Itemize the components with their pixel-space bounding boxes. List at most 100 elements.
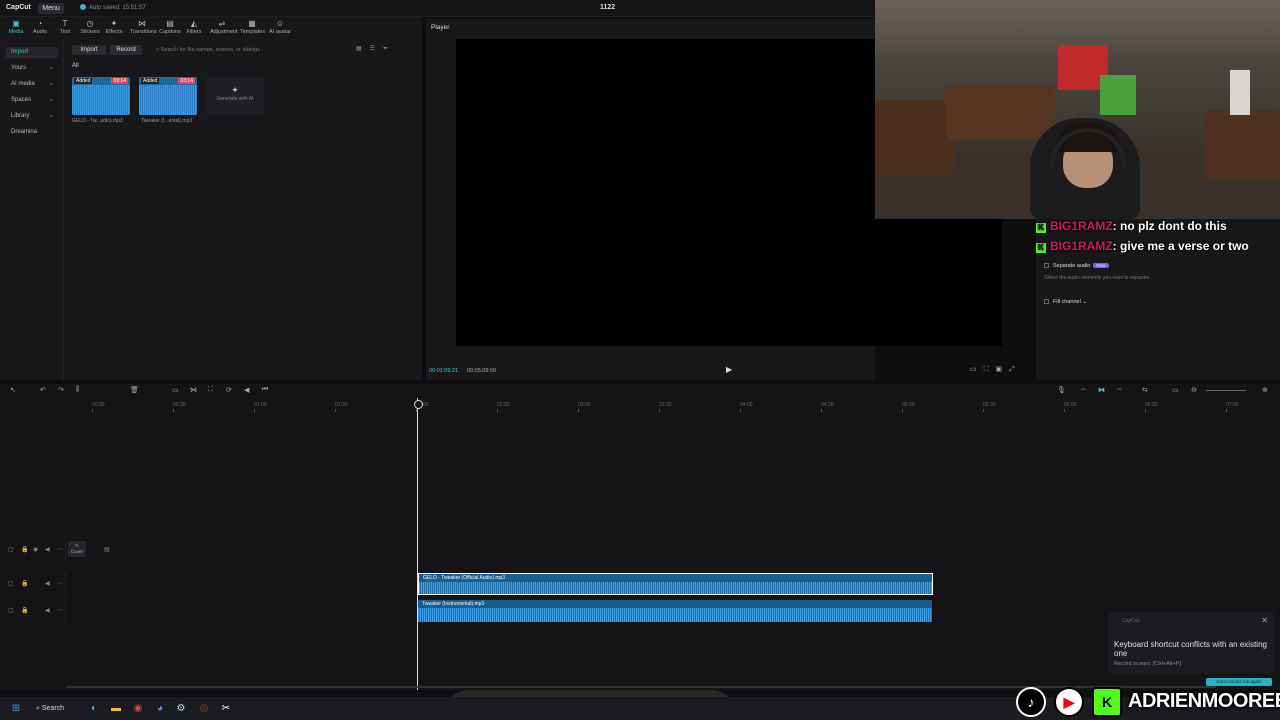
link-icon[interactable]: ⇔ xyxy=(1080,386,1087,393)
mute-icon[interactable]: ◀ xyxy=(45,580,50,587)
aspect-ratio-icon[interactable]: ▭ xyxy=(970,366,984,373)
lock-icon[interactable]: 🔒 xyxy=(21,580,28,587)
ruler-tick: 04:30 xyxy=(821,402,834,412)
current-timecode: 00:01:59:21 xyxy=(429,368,459,374)
media-item[interactable]: Added 03:14 xyxy=(72,77,130,115)
playhead[interactable] xyxy=(414,398,423,690)
sidebar-item-spaces[interactable]: Spaces ⌄ xyxy=(6,95,58,106)
filter-icon[interactable]: ⏷ xyxy=(383,46,396,52)
crop-tool-icon[interactable]: ⛶ xyxy=(208,386,213,394)
redo-icon[interactable]: ↷ xyxy=(58,386,64,394)
audio-clip[interactable]: Tweaker (Instrumental).mp3 xyxy=(418,600,932,622)
discord-icon[interactable]: ◕ xyxy=(153,702,167,716)
mute-icon[interactable]: ◀ xyxy=(45,607,50,614)
zoom-out-icon[interactable]: ⊖ xyxy=(1191,386,1197,394)
tab-filters[interactable]: ◭ Filters xyxy=(182,19,206,39)
tab-audio[interactable]: ◔ Audio xyxy=(28,19,52,39)
tab-all[interactable]: All xyxy=(72,63,79,69)
select-tool-icon[interactable]: ↖ xyxy=(10,386,16,394)
chain-icon[interactable]: ⇆ xyxy=(1142,386,1148,394)
ruler-tick: 05:00 xyxy=(902,402,915,412)
import-button[interactable]: Import xyxy=(72,45,106,55)
chat-message: K BIG1RAMZ: give me a verse or two xyxy=(1036,236,1249,256)
obs-icon[interactable]: ◎ xyxy=(197,702,211,716)
track-checkbox-icon[interactable]: ▢ xyxy=(8,580,14,587)
media-search-input[interactable]: ⌕ Search for file names, scenes, or dial… xyxy=(148,45,346,55)
chevron-down-icon: ⌄ xyxy=(48,81,54,87)
play-button[interactable]: ▶ xyxy=(726,365,732,374)
split-icon[interactable]: ⫼ xyxy=(76,386,79,394)
more-icon[interactable]: ⋯ xyxy=(57,546,63,553)
eye-icon[interactable]: ◉ xyxy=(33,546,38,553)
zoom-slider[interactable] xyxy=(1206,390,1246,391)
taskbar-search[interactable]: ⌕ Search xyxy=(32,701,78,716)
clip-name: Tweaker (Instrumental).mp3 xyxy=(422,601,485,607)
project-title[interactable]: 1122 xyxy=(600,4,615,11)
more-icon[interactable]: ⋯ xyxy=(57,580,63,587)
sidebar-item-dreamina[interactable]: Dreamina xyxy=(6,127,58,138)
mute-icon[interactable]: ◀ xyxy=(45,546,50,553)
fullscreen-icon[interactable]: ⤢ xyxy=(1009,366,1022,373)
chevron-down-icon: ⌄ xyxy=(48,113,54,119)
track-type-icon: ▤ xyxy=(104,547,110,553)
undo-icon[interactable]: ↶ xyxy=(40,386,46,394)
tab-text[interactable]: T Text xyxy=(53,19,77,39)
microphone-icon[interactable]: 🎙 xyxy=(1057,386,1066,394)
reverse-icon[interactable]: ◀ xyxy=(244,386,249,394)
audio-clip[interactable]: GELO - Tweaker (Official Audio).mp3 xyxy=(418,573,933,595)
tab-media[interactable]: ▣ Media xyxy=(4,19,28,39)
tab-transitions[interactable]: ⋈ Transitions xyxy=(130,19,157,39)
media-item-name: Tweaker (I...ental).mp3 xyxy=(141,118,193,124)
lock-icon[interactable]: 🔒 xyxy=(21,546,28,553)
close-icon[interactable]: ✕ xyxy=(1261,616,1268,625)
fill-channel-option[interactable]: Fill channel ⌄ xyxy=(1044,299,1087,305)
more-icon[interactable]: ⋯ xyxy=(57,607,63,614)
track-checkbox-icon[interactable]: ▢ xyxy=(8,607,14,614)
separate-audio-checkbox[interactable] xyxy=(1044,263,1049,268)
audio-waveform xyxy=(72,85,130,115)
speed-icon[interactable]: ⟳ xyxy=(226,386,232,394)
tab-stickers[interactable]: ◷ Stickers xyxy=(78,19,102,39)
folder-icon[interactable]: ▬ xyxy=(109,702,123,716)
menu-button[interactable]: Menu xyxy=(38,3,64,14)
media-item[interactable]: Added 03:14 xyxy=(139,77,197,115)
sidebar-item-yours[interactable]: Yours ⌄ xyxy=(6,63,58,74)
marker-icon[interactable]: ⏮ xyxy=(262,386,268,394)
ai-avatar-icon: ☺ xyxy=(275,19,285,28)
track-checkbox-icon[interactable]: ▢ xyxy=(8,546,14,553)
total-timecode: 00:05:09:09 xyxy=(467,368,497,374)
sidebar-item-import[interactable]: Import xyxy=(6,47,58,58)
quality-icon[interactable]: ▣ xyxy=(996,366,1010,373)
snap-icon[interactable]: ⧓ xyxy=(1098,386,1105,394)
delete-icon[interactable]: 🗑 xyxy=(130,386,139,394)
mirror-icon[interactable]: ⋈ xyxy=(190,386,197,394)
tab-templates[interactable]: ▦ Templates xyxy=(240,19,265,39)
tab-captions[interactable]: ▤ Captions xyxy=(158,19,182,39)
separate-audio-option[interactable]: Separate audio Free xyxy=(1044,263,1109,269)
freeze-icon[interactable]: ▭ xyxy=(172,386,179,394)
tab-effects[interactable]: ✦ Effects xyxy=(102,19,126,39)
sidebar-item-ai-media[interactable]: AI media ⌄ xyxy=(6,79,58,90)
capcut-icon[interactable]: ✂ xyxy=(219,702,233,716)
chrome-icon[interactable]: ◉ xyxy=(131,702,145,716)
tab-ai-avatar[interactable]: ☺ AI avatar xyxy=(268,19,292,39)
edge-icon[interactable]: ◐ xyxy=(87,702,101,716)
record-button[interactable]: Record xyxy=(110,45,142,55)
dont-remind-button[interactable]: Don't remind me again xyxy=(1206,678,1272,686)
steam-icon[interactable]: ⚙ xyxy=(174,702,188,716)
cover-button[interactable]: ✎ Cover xyxy=(68,541,86,557)
ruler-tick: 03:00 xyxy=(578,402,591,412)
fit-icon[interactable]: ▭ xyxy=(1172,386,1179,394)
sort-icon[interactable]: ☰ xyxy=(370,46,383,52)
fill-channel-checkbox[interactable] xyxy=(1044,299,1049,304)
preview-axis-icon[interactable]: ⇔ xyxy=(1116,386,1123,393)
generate-with-ai-button[interactable]: ✦ Generate with AI xyxy=(206,77,264,115)
sidebar-item-library[interactable]: Library ⌄ xyxy=(6,111,58,122)
zoom-in-icon[interactable]: ⊕ xyxy=(1262,386,1268,394)
lock-icon[interactable]: 🔒 xyxy=(21,607,28,614)
grid-view-icon[interactable]: ▦ xyxy=(356,46,370,52)
crop-icon[interactable]: ⛶ xyxy=(984,366,996,373)
windows-start-icon[interactable]: ⊞ xyxy=(9,702,23,716)
tab-adjustment[interactable]: ⇌ Adjustment xyxy=(210,19,238,39)
chat-text: : no plz dont do this xyxy=(1112,219,1227,233)
